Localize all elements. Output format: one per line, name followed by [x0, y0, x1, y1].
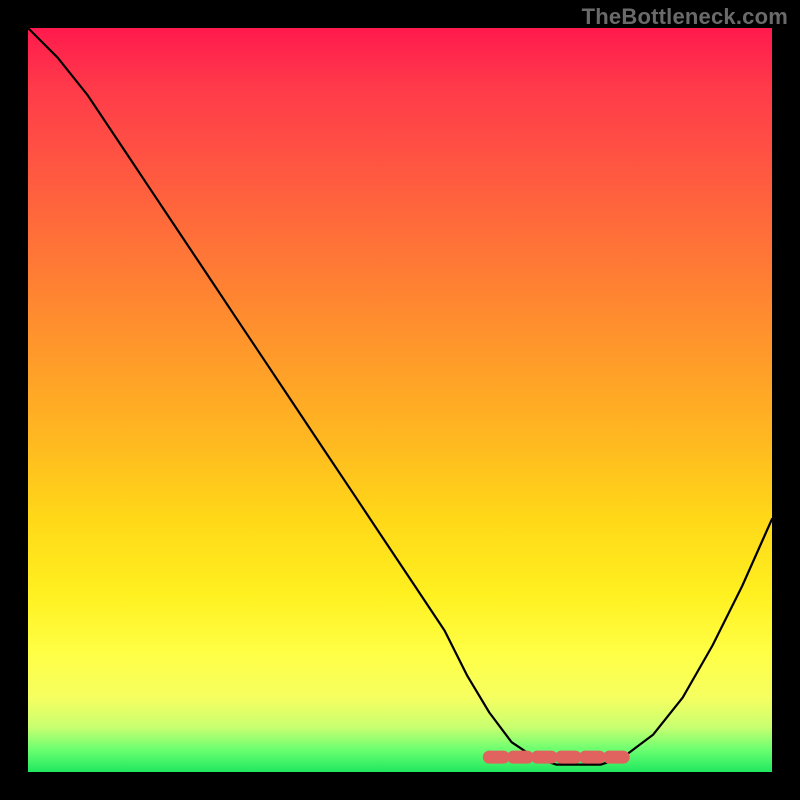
chart-frame: TheBottleneck.com — [0, 0, 800, 800]
watermark-text: TheBottleneck.com — [582, 4, 788, 30]
plot-area — [28, 28, 772, 772]
curve-svg — [28, 28, 772, 772]
bottleneck-curve — [28, 28, 772, 765]
